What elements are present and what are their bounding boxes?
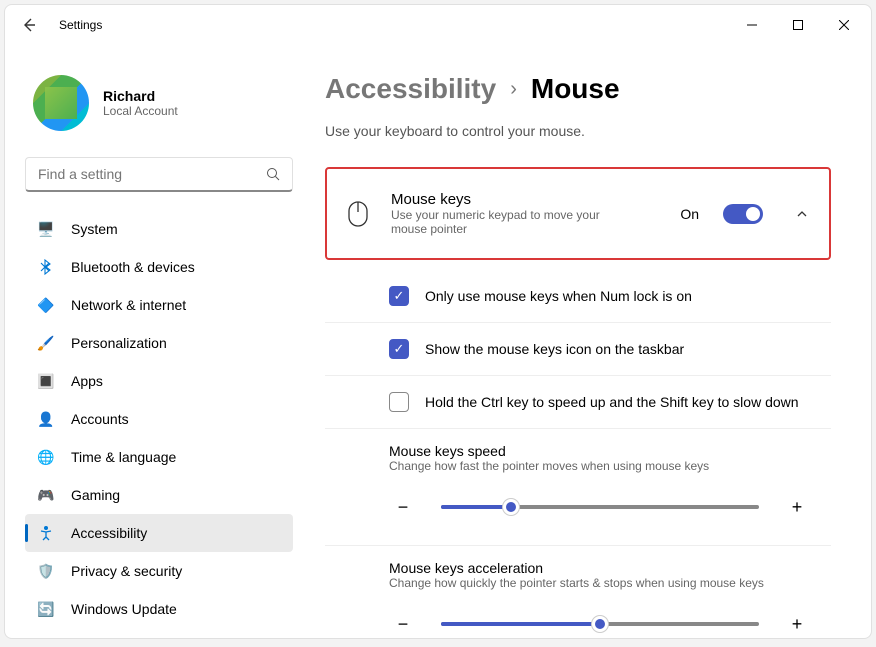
slider[interactable] (441, 505, 759, 509)
sidebar: Richard Local Account 🖥️ System Bluetooth … (5, 45, 305, 638)
increase-button[interactable]: + (783, 493, 811, 521)
nav-icon: 🖥️ (37, 220, 55, 238)
nav-icon: 🖌️ (37, 334, 55, 352)
nav-label: System (71, 221, 118, 237)
titlebar: Settings (5, 5, 871, 45)
main-panel: Accessibility › Mouse Use your keyboard … (305, 45, 871, 638)
mouse-keys-toggle[interactable] (723, 204, 763, 224)
card-sub: Use your numeric keypad to move your mou… (391, 208, 631, 236)
page-description: Use your keyboard to control your mouse. (325, 123, 831, 139)
app-title: Settings (59, 18, 102, 32)
breadcrumb-current: Mouse (531, 73, 620, 105)
search-input[interactable] (38, 166, 266, 182)
slider-thumb[interactable] (503, 499, 519, 515)
sidebar-item-windows-update[interactable]: 🔄 Windows Update (25, 590, 293, 628)
slider-sub: Change how fast the pointer moves when u… (389, 459, 811, 473)
breadcrumb: Accessibility › Mouse (325, 73, 831, 105)
nav-label: Accounts (71, 411, 129, 427)
nav-label: Privacy & security (71, 563, 182, 579)
profile-block[interactable]: Richard Local Account (25, 45, 293, 149)
sidebar-item-gaming[interactable]: 🎮 Gaming (25, 476, 293, 514)
breadcrumb-parent[interactable]: Accessibility (325, 73, 496, 105)
search-box[interactable] (25, 157, 293, 192)
sidebar-item-time-language[interactable]: 🌐 Time & language (25, 438, 293, 476)
sidebar-item-personalization[interactable]: 🖌️ Personalization (25, 324, 293, 362)
sidebar-item-accessibility[interactable]: Accessibility (25, 514, 293, 552)
nav-list: 🖥️ System Bluetooth & devices 🔷 Network & in… (25, 210, 293, 628)
search-icon (266, 167, 280, 181)
checkbox-row[interactable]: ✓ Only use mouse keys when Num lock is on (325, 270, 831, 323)
nav-icon (37, 524, 55, 542)
back-button[interactable] (9, 5, 49, 45)
close-button[interactable] (821, 5, 867, 45)
slider-title: Mouse keys speed (389, 443, 811, 459)
sidebar-item-system[interactable]: 🖥️ System (25, 210, 293, 248)
nav-icon: 🛡️ (37, 562, 55, 580)
slider-block: Mouse keys speedChange how fast the poin… (325, 429, 831, 546)
decrease-button[interactable]: − (389, 610, 417, 638)
decrease-button[interactable]: − (389, 493, 417, 521)
nav-icon: 👤 (37, 410, 55, 428)
checkbox[interactable]: ✓ (389, 339, 409, 359)
maximize-button[interactable] (775, 5, 821, 45)
nav-label: Personalization (71, 335, 167, 351)
nav-icon: 🔄 (37, 600, 55, 618)
minimize-button[interactable] (729, 5, 775, 45)
sidebar-item-apps[interactable]: 🔳 Apps (25, 362, 293, 400)
slider-block: Mouse keys accelerationChange how quickl… (325, 546, 831, 638)
sidebar-item-accounts[interactable]: 👤 Accounts (25, 400, 293, 438)
increase-button[interactable]: + (783, 610, 811, 638)
window-controls (729, 5, 867, 45)
nav-icon: 🎮 (37, 486, 55, 504)
sidebar-item-privacy-security[interactable]: 🛡️ Privacy & security (25, 552, 293, 590)
checkbox[interactable] (389, 392, 409, 412)
nav-label: Time & language (71, 449, 176, 465)
mouse-keys-card[interactable]: Mouse keys Use your numeric keypad to mo… (325, 167, 831, 260)
toggle-state: On (680, 206, 699, 222)
slider-title: Mouse keys acceleration (389, 560, 811, 576)
chevron-right-icon: › (510, 78, 517, 101)
nav-label: Apps (71, 373, 103, 389)
nav-icon: 🔷 (37, 296, 55, 314)
slider-thumb[interactable] (592, 616, 608, 632)
checkbox-row[interactable]: Hold the Ctrl key to speed up and the Sh… (325, 376, 831, 429)
nav-icon: 🔳 (37, 372, 55, 390)
sidebar-item-bluetooth-devices[interactable]: Bluetooth & devices (25, 248, 293, 286)
settings-window: Settings Richard Local Account 🖥️ System B… (4, 4, 872, 639)
checkbox-row[interactable]: ✓ Show the mouse keys icon on the taskbar (325, 323, 831, 376)
checkbox[interactable]: ✓ (389, 286, 409, 306)
checkbox-label: Hold the Ctrl key to speed up and the Sh… (425, 394, 799, 410)
card-title: Mouse keys (391, 191, 660, 208)
nav-label: Windows Update (71, 601, 177, 617)
checkbox-label: Show the mouse keys icon on the taskbar (425, 341, 684, 357)
nav-label: Accessibility (71, 525, 147, 541)
profile-sub: Local Account (103, 104, 178, 118)
sidebar-item-network-internet[interactable]: 🔷 Network & internet (25, 286, 293, 324)
nav-label: Bluetooth & devices (71, 259, 195, 275)
nav-icon: 🌐 (37, 448, 55, 466)
chevron-up-icon[interactable] (795, 207, 809, 221)
mouse-icon (347, 200, 371, 228)
nav-label: Gaming (71, 487, 120, 503)
avatar (33, 75, 89, 131)
slider[interactable] (441, 622, 759, 626)
nav-label: Network & internet (71, 297, 186, 313)
checkbox-label: Only use mouse keys when Num lock is on (425, 288, 692, 304)
slider-sub: Change how quickly the pointer starts & … (389, 576, 811, 590)
nav-icon (37, 258, 55, 276)
profile-name: Richard (103, 88, 178, 104)
